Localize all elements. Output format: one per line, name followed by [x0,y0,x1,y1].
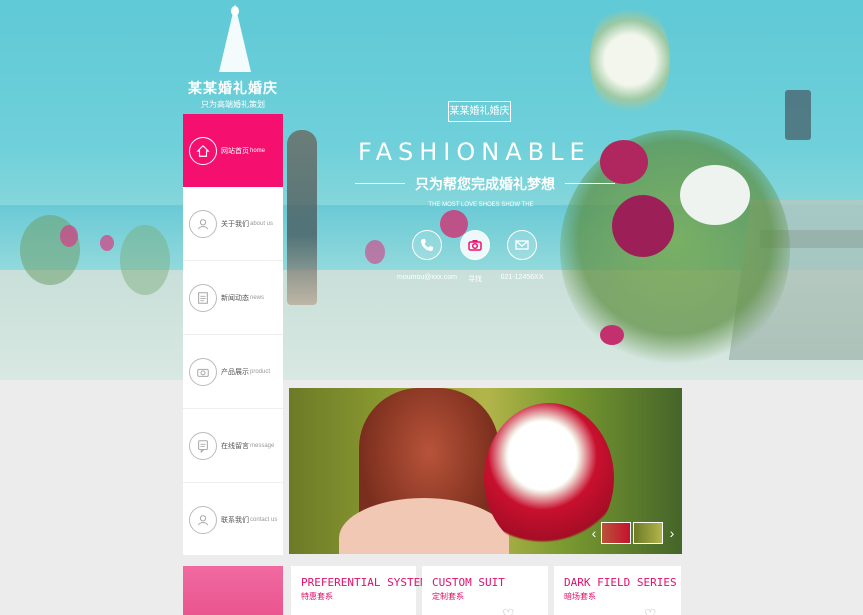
nav-label-en: contact us [250,516,278,523]
card-title-cn: 特惠套系 [301,592,333,601]
hero-headline: FASHIONABLE [358,138,591,166]
series-card-custom[interactable]: CUSTOM SUIT 定制套系 ♡ [422,566,548,615]
nav-label-cn: 联系我们 [221,516,249,524]
contact-icon [189,505,217,534]
nav-label-cn: 产品展示 [221,368,249,376]
camera-icon [189,357,217,386]
flower [365,240,385,264]
nav-item-message[interactable]: 在线留言 message [183,409,283,482]
bride-dress-icon [219,4,251,72]
contact-phone-label: 021-12456XX [500,274,544,281]
nav-label-cn: 新闻动态 [221,294,249,302]
nav-item-contact[interactable]: 联系我们 contact us [183,483,283,556]
nav-label-en: message [250,442,275,449]
card-title-en: PREFERENTIAL SYSTEM [301,576,427,589]
rose [612,195,674,257]
slider-next-button[interactable]: › [667,524,677,542]
document-icon [189,283,217,312]
hero-lamp [785,90,811,140]
slider-prev-button[interactable]: ‹ [589,524,599,542]
flower [60,225,78,247]
phone-button[interactable] [412,230,442,260]
site-title: 某某婚礼婚庆 [188,80,278,96]
user-icon [189,209,217,238]
site-logo[interactable]: 某某婚礼婚庆 只为高端婚礼策划 [183,0,283,114]
heart-icon: ♡ [644,606,657,615]
heart-icon: ♡ [502,606,515,615]
slider-thumbnail[interactable] [633,522,663,544]
series-card-dark-field[interactable]: DARK FIELD SERIES 暗场套系 ♡ [554,566,681,615]
flower [100,235,114,251]
slider-thumbnails: ‹ › [589,522,679,546]
nav-label-cn: 在线留言 [221,442,249,450]
nav-label-cn: 关于我们 [221,220,249,228]
card-title-en: DARK FIELD SERIES [564,576,677,589]
hero-tagline: THE MOST LOVE SHOES SHOW THE [428,202,534,208]
phone-icon [421,239,433,251]
site-subtitle: 只为高端婚礼策划 [201,100,265,109]
white-flowers [590,0,670,120]
slider-thumbnail[interactable] [601,522,631,544]
promo-image [183,566,283,615]
page: 某某婚礼婚庆 只为高端婚礼策划 某某婚礼婚庆 FASHIONABLE 只为帮您完… [0,0,863,615]
hero-person [287,130,317,305]
nav-label-cn: 网站首页 [221,147,249,155]
camera-icon [468,240,482,251]
bouquet-foliage [560,130,790,370]
mail-icon [515,240,529,250]
hero-slogan: 只为帮您完成婚礼梦想 [355,174,615,194]
nav-label-en: product [250,368,271,375]
card-title-cn: 暗场套系 [564,592,596,601]
nav-label-en: about us [250,220,274,227]
home-icon [189,136,217,165]
card-title-cn: 定制套系 [432,592,464,601]
image-slider[interactable]: ‹ › [289,388,682,554]
rose [600,325,624,345]
mail-button[interactable] [507,230,537,260]
camera-button[interactable] [460,230,490,260]
card-title-en: CUSTOM SUIT [432,576,505,589]
nav-label-en: home [250,147,266,154]
chat-icon [189,431,217,460]
nav-label-en: news [250,294,265,301]
flower-cluster [120,225,170,295]
nav-item-about[interactable]: 关于我们 about us [183,187,283,260]
hero-tag: 某某婚礼婚庆 [448,101,511,122]
series-card-preferential[interactable]: PREFERENTIAL SYSTEM 特惠套系 [291,566,427,615]
white-flower [680,165,750,225]
nav-item-home[interactable]: 网站首页 home [183,114,283,187]
nav-item-product[interactable]: 产品展示 product [183,335,283,408]
sidebar-nav: 网站首页 home 关于我们 about us 新闻动态 news 产品展示 p… [183,114,283,555]
nav-item-news[interactable]: 新闻动态 news [183,261,283,334]
